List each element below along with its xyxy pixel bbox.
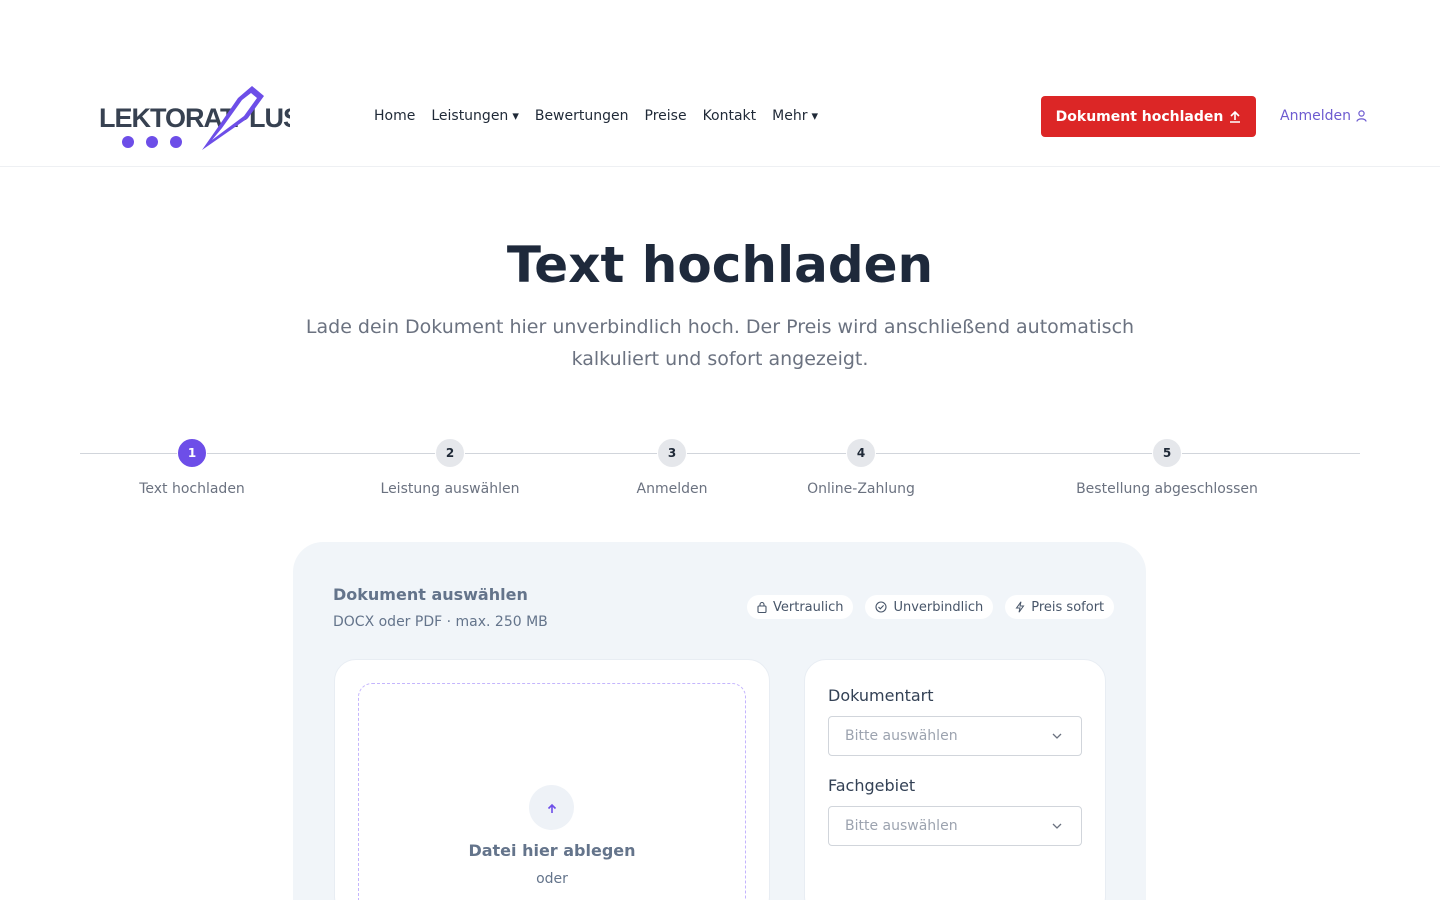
subject-select[interactable]: Bitte auswählen	[828, 806, 1082, 846]
step-text-hochladen: 1 Text hochladen	[82, 438, 302, 497]
drop-text: Datei hier ablegen	[468, 841, 636, 860]
chevron-down-icon: ▾	[512, 108, 519, 124]
chip-label: Preis sofort	[1031, 599, 1105, 615]
page-subtitle: Lade dein Dokument hier unverbindlich ho…	[305, 316, 1135, 370]
nav-item-kontakt[interactable]: Kontakt	[703, 106, 757, 126]
chip-preis-sofort: Preis sofort	[1005, 595, 1115, 619]
step-number: 5	[1152, 438, 1182, 468]
step-number: 2	[435, 438, 465, 468]
subject-label: Fachgebiet	[828, 776, 916, 795]
chevron-down-icon	[1052, 733, 1062, 739]
page-title: Text hochladen	[506, 236, 934, 294]
chip-label: Vertraulich	[773, 599, 844, 615]
check-icon	[875, 601, 888, 613]
nav-label: Leistungen	[431, 108, 509, 124]
svg-text:LEKTORAT: LEKTORAT	[99, 103, 237, 133]
lock-icon	[757, 601, 767, 613]
chevron-down-icon: ▾	[811, 108, 819, 124]
step-number: 3	[657, 438, 687, 468]
chip-label: Unverbindlich	[893, 599, 984, 615]
step-label: Anmelden	[636, 481, 708, 497]
login-label: Anmelden	[1280, 108, 1351, 124]
logo[interactable]: LEKTORAT PLUS	[98, 80, 290, 152]
step-label: Text hochladen	[139, 481, 245, 497]
step-anmelden: 3 Anmelden	[562, 438, 782, 497]
cta-label: Dokument hochladen	[1055, 108, 1224, 125]
nav-label: Bewertungen	[534, 108, 629, 124]
upload-card-title: Dokument auswählen	[333, 585, 528, 604]
select-placeholder: Bitte auswählen	[845, 728, 958, 744]
login-link[interactable]: Anmelden	[1280, 106, 1367, 126]
bolt-icon	[1015, 601, 1025, 613]
step-bestellung-abgeschlossen: 5 Bestellung abgeschlossen	[1057, 438, 1277, 497]
nav-label: Kontakt	[702, 108, 757, 124]
step-label: Leistung auswählen	[380, 481, 520, 497]
step-leistung-auswaehlen: 2 Leistung auswählen	[340, 438, 560, 497]
document-type-select[interactable]: Bitte auswählen	[828, 716, 1082, 756]
nav-item-mehr[interactable]: Mehr ▾	[772, 106, 818, 126]
upload-card-subtitle: DOCX oder PDF · max. 250 MB	[333, 614, 548, 630]
site-header: LEKTORAT PLUS Home Leistungen▾ Bewertung…	[0, 0, 1440, 167]
nav-item-leistungen[interactable]: Leistungen ▾	[431, 106, 519, 126]
step-label: Bestellung abgeschlossen	[1076, 481, 1258, 497]
upload-icon	[1230, 110, 1241, 123]
upload-document-button[interactable]: Dokument hochladen	[1041, 96, 1256, 137]
nav-label: Mehr	[772, 108, 808, 124]
nav-label: Home	[374, 108, 416, 124]
step-label: Online-Zahlung	[807, 481, 915, 497]
step-online-zahlung: 4 Online-Zahlung	[751, 438, 971, 497]
nav-label: Preise	[644, 108, 687, 124]
step-number: 1	[177, 438, 207, 468]
chip-vertraulich: Vertraulich	[747, 595, 854, 619]
upload-cloud-icon	[529, 785, 574, 830]
step-number: 4	[846, 438, 876, 468]
feature-chips: Vertraulich Unverbindlich Preis sofort	[747, 595, 1115, 619]
document-type-label: Dokumentart	[828, 686, 934, 705]
chevron-down-icon	[1052, 823, 1062, 829]
user-icon	[1356, 110, 1367, 122]
nav-item-home[interactable]: Home	[374, 106, 415, 126]
select-placeholder: Bitte auswählen	[845, 818, 958, 834]
nav-item-preise[interactable]: Preise	[645, 106, 687, 126]
drop-or-text: oder	[536, 871, 568, 887]
main-nav: Home Leistungen ▾ Bewertungen Preise Kont…	[374, 106, 818, 126]
chip-unverbindlich: Unverbindlich	[865, 595, 994, 619]
nav-item-bewertungen[interactable]: Bewertungen	[535, 106, 629, 126]
